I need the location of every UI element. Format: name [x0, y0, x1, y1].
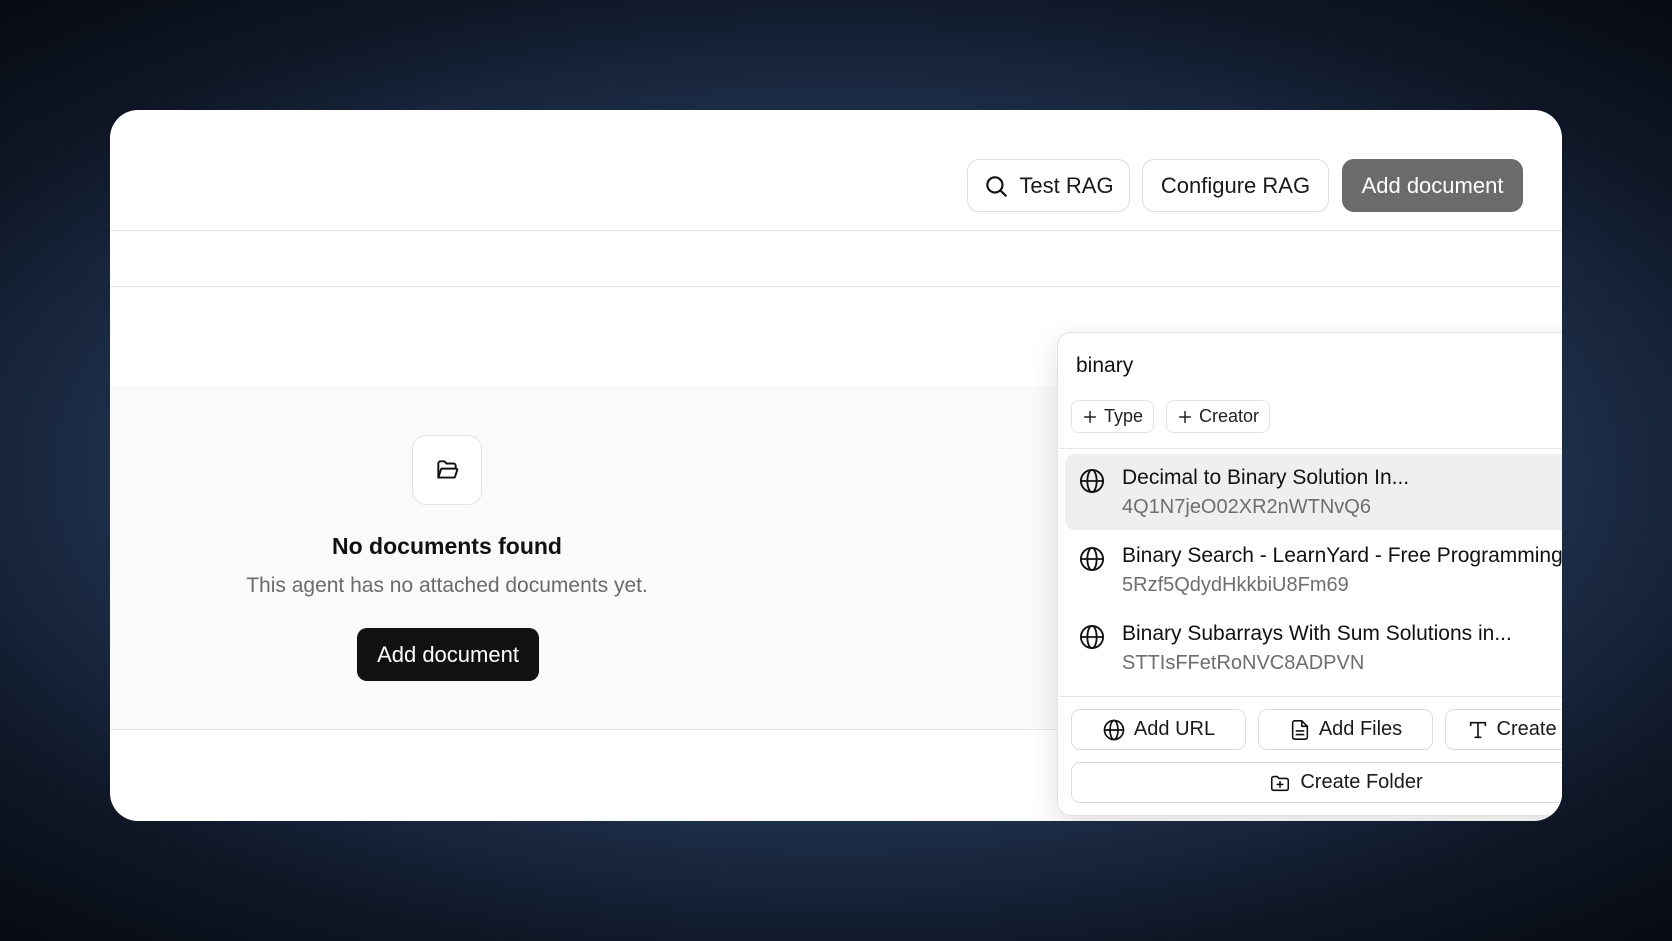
search-icon — [983, 173, 1009, 199]
add-url-label: Add URL — [1133, 718, 1216, 740]
folder-plus-icon — [1268, 772, 1292, 794]
filter-type-label: Type — [1104, 406, 1144, 426]
add-document-popover: Type Creator Decimal to Binary Solution … — [1057, 332, 1562, 816]
folder-open-icon — [412, 435, 482, 505]
search-result-item[interactable]: Binary Subarrays With Sum Solutions in..… — [1065, 610, 1562, 686]
add-document-toolbar-label: Add document — [1361, 172, 1504, 198]
file-text-icon — [1289, 718, 1311, 742]
create-folder-label: Create Folder — [1300, 771, 1423, 793]
plus-icon — [1082, 409, 1098, 425]
configure-rag-button[interactable]: Configure RAG — [1142, 159, 1329, 212]
empty-state-subtitle: This agent has no attached documents yet… — [246, 574, 648, 597]
create-folder-button[interactable]: Create Folder — [1071, 762, 1562, 803]
test-rag-label: Test RAG — [1019, 172, 1114, 198]
add-url-button[interactable]: Add URL — [1071, 709, 1246, 750]
configure-rag-label: Configure RAG — [1160, 172, 1311, 198]
divider — [1058, 448, 1562, 449]
filter-creator-chip[interactable]: Creator — [1166, 400, 1271, 433]
divider — [110, 286, 1562, 287]
add-document-toolbar-button[interactable]: Add document — [1342, 159, 1523, 212]
filter-creator-label: Creator — [1199, 406, 1260, 426]
globe-icon — [1078, 623, 1106, 651]
add-files-button[interactable]: Add Files — [1258, 709, 1433, 750]
result-id: 4Q1N7jeO02XR2nWTNvQ6 — [1122, 496, 1371, 518]
globe-icon — [1078, 545, 1106, 573]
filter-type-chip[interactable]: Type — [1071, 400, 1155, 433]
globe-icon — [1078, 467, 1106, 495]
result-id: STTIsFFetRoNVC8ADPVN — [1122, 652, 1365, 674]
result-title: Decimal to Binary Solution In... — [1122, 466, 1410, 489]
plus-icon — [1177, 409, 1193, 425]
result-id: 5Rzf5QdydHkkbiU8Fm69 — [1122, 574, 1349, 596]
result-title: Binary Search - LearnYard - Free Program… — [1122, 544, 1562, 567]
agent-documents-panel: Test RAG Configure RAG Add document No d… — [110, 110, 1562, 821]
search-result-item[interactable]: Decimal to Binary Solution In... 4Q1N7je… — [1065, 454, 1562, 530]
divider — [110, 230, 1562, 231]
create-text-label: Create Text — [1496, 718, 1562, 740]
globe-icon — [1102, 718, 1126, 742]
search-result-item[interactable]: Binary Search - LearnYard - Free Program… — [1065, 532, 1562, 608]
test-rag-button[interactable]: Test RAG — [967, 159, 1130, 212]
add-document-button[interactable]: Add document — [357, 628, 539, 681]
divider — [1058, 696, 1562, 697]
text-type-icon — [1467, 719, 1489, 741]
create-text-button[interactable]: Create Text — [1445, 709, 1562, 750]
empty-state-title: No documents found — [332, 533, 562, 559]
document-search-input[interactable] — [1076, 351, 1562, 381]
result-title: Binary Subarrays With Sum Solutions in..… — [1122, 622, 1512, 645]
add-files-label: Add Files — [1318, 718, 1403, 740]
